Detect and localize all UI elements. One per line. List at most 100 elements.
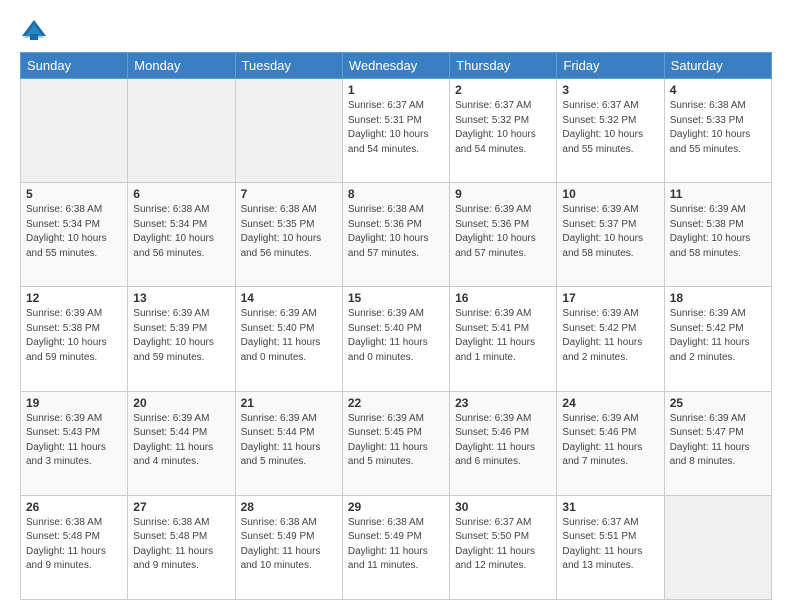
day-number: 5 — [26, 187, 122, 201]
day-info: Sunrise: 6:38 AM Sunset: 5:34 PM Dayligh… — [26, 203, 122, 261]
calendar-cell: 5 Sunrise: 6:38 AM Sunset: 5:34 PM Daylig… — [21, 183, 128, 287]
col-header-friday: Friday — [557, 53, 664, 79]
calendar-cell: 7 Sunrise: 6:38 AM Sunset: 5:35 PM Daylig… — [235, 183, 342, 287]
day-number: 9 — [455, 187, 551, 201]
day-info: Sunrise: 6:37 AM Sunset: 5:31 PM Dayligh… — [348, 99, 444, 157]
day-info: Sunrise: 6:38 AM Sunset: 5:35 PM Dayligh… — [241, 203, 337, 261]
day-info: Sunrise: 6:38 AM Sunset: 5:34 PM Dayligh… — [133, 203, 229, 261]
day-number: 1 — [348, 83, 444, 97]
day-info: Sunrise: 6:39 AM Sunset: 5:40 PM Dayligh… — [348, 307, 444, 365]
col-header-thursday: Thursday — [450, 53, 557, 79]
day-info: Sunrise: 6:38 AM Sunset: 5:48 PM Dayligh… — [133, 516, 229, 574]
header — [20, 16, 772, 44]
day-number: 11 — [670, 187, 766, 201]
col-header-wednesday: Wednesday — [342, 53, 449, 79]
calendar-cell — [128, 79, 235, 183]
day-number: 24 — [562, 396, 658, 410]
calendar-cell: 31 Sunrise: 6:37 AM Sunset: 5:51 PM Dayli… — [557, 495, 664, 599]
day-number: 22 — [348, 396, 444, 410]
day-number: 20 — [133, 396, 229, 410]
day-info: Sunrise: 6:39 AM Sunset: 5:38 PM Dayligh… — [670, 203, 766, 261]
day-number: 18 — [670, 291, 766, 305]
calendar-cell: 4Sunrise: 6:38 AM Sunset: 5:33 PM Daylig… — [664, 79, 771, 183]
col-header-saturday: Saturday — [664, 53, 771, 79]
calendar-cell: 6 Sunrise: 6:38 AM Sunset: 5:34 PM Daylig… — [128, 183, 235, 287]
calendar-cell: 25 Sunrise: 6:39 AM Sunset: 5:47 PM Dayli… — [664, 391, 771, 495]
day-info: Sunrise: 6:37 AM Sunset: 5:51 PM Dayligh… — [562, 516, 658, 574]
calendar-cell: 11 Sunrise: 6:39 AM Sunset: 5:38 PM Dayli… — [664, 183, 771, 287]
page: SundayMondayTuesdayWednesdayThursdayFrid… — [0, 0, 792, 612]
day-number: 27 — [133, 500, 229, 514]
calendar-cell: 20 Sunrise: 6:39 AM Sunset: 5:44 PM Dayli… — [128, 391, 235, 495]
calendar-cell: 16 Sunrise: 6:39 AM Sunset: 5:41 PM Dayli… — [450, 287, 557, 391]
calendar-week-row: 5 Sunrise: 6:38 AM Sunset: 5:34 PM Daylig… — [21, 183, 772, 287]
calendar-cell: 10 Sunrise: 6:39 AM Sunset: 5:37 PM Dayli… — [557, 183, 664, 287]
day-info: Sunrise: 6:38 AM Sunset: 5:48 PM Dayligh… — [26, 516, 122, 574]
calendar-cell: 14 Sunrise: 6:39 AM Sunset: 5:40 PM Dayli… — [235, 287, 342, 391]
day-number: 3 — [562, 83, 658, 97]
day-info: Sunrise: 6:39 AM Sunset: 5:44 PM Dayligh… — [133, 412, 229, 470]
calendar-cell — [664, 495, 771, 599]
day-number: 17 — [562, 291, 658, 305]
calendar-cell: 8Sunrise: 6:38 AM Sunset: 5:36 PM Daylig… — [342, 183, 449, 287]
day-number: 14 — [241, 291, 337, 305]
calendar-header-row: SundayMondayTuesdayWednesdayThursdayFrid… — [21, 53, 772, 79]
calendar-cell: 24Sunrise: 6:39 AM Sunset: 5:46 PM Dayli… — [557, 391, 664, 495]
calendar-cell: 3 Sunrise: 6:37 AM Sunset: 5:32 PM Daylig… — [557, 79, 664, 183]
day-number: 29 — [348, 500, 444, 514]
day-info: Sunrise: 6:38 AM Sunset: 5:49 PM Dayligh… — [241, 516, 337, 574]
calendar-cell: 2Sunrise: 6:37 AM Sunset: 5:32 PM Daylig… — [450, 79, 557, 183]
day-number: 16 — [455, 291, 551, 305]
day-info: Sunrise: 6:39 AM Sunset: 5:42 PM Dayligh… — [670, 307, 766, 365]
day-info: Sunrise: 6:38 AM Sunset: 5:49 PM Dayligh… — [348, 516, 444, 574]
day-number: 21 — [241, 396, 337, 410]
day-number: 13 — [133, 291, 229, 305]
day-number: 30 — [455, 500, 551, 514]
day-number: 7 — [241, 187, 337, 201]
calendar-cell: 23Sunrise: 6:39 AM Sunset: 5:46 PM Dayli… — [450, 391, 557, 495]
calendar-cell: 27 Sunrise: 6:38 AM Sunset: 5:48 PM Dayli… — [128, 495, 235, 599]
day-info: Sunrise: 6:38 AM Sunset: 5:36 PM Dayligh… — [348, 203, 444, 261]
calendar-cell: 13 Sunrise: 6:39 AM Sunset: 5:39 PM Dayli… — [128, 287, 235, 391]
day-info: Sunrise: 6:39 AM Sunset: 5:39 PM Dayligh… — [133, 307, 229, 365]
day-info: Sunrise: 6:38 AM Sunset: 5:33 PM Dayligh… — [670, 99, 766, 157]
day-number: 10 — [562, 187, 658, 201]
day-info: Sunrise: 6:39 AM Sunset: 5:37 PM Dayligh… — [562, 203, 658, 261]
logo-icon — [20, 16, 48, 44]
day-number: 15 — [348, 291, 444, 305]
day-info: Sunrise: 6:39 AM Sunset: 5:40 PM Dayligh… — [241, 307, 337, 365]
day-number: 6 — [133, 187, 229, 201]
day-info: Sunrise: 6:39 AM Sunset: 5:41 PM Dayligh… — [455, 307, 551, 365]
calendar-cell — [21, 79, 128, 183]
day-number: 25 — [670, 396, 766, 410]
day-info: Sunrise: 6:37 AM Sunset: 5:32 PM Dayligh… — [562, 99, 658, 157]
calendar-week-row: 26 Sunrise: 6:38 AM Sunset: 5:48 PM Dayli… — [21, 495, 772, 599]
calendar-week-row: 12Sunrise: 6:39 AM Sunset: 5:38 PM Dayli… — [21, 287, 772, 391]
calendar-cell: 17 Sunrise: 6:39 AM Sunset: 5:42 PM Dayli… — [557, 287, 664, 391]
day-info: Sunrise: 6:37 AM Sunset: 5:50 PM Dayligh… — [455, 516, 551, 574]
day-number: 31 — [562, 500, 658, 514]
col-header-tuesday: Tuesday — [235, 53, 342, 79]
calendar-week-row: 19 Sunrise: 6:39 AM Sunset: 5:43 PM Dayli… — [21, 391, 772, 495]
day-number: 26 — [26, 500, 122, 514]
calendar-cell: 19 Sunrise: 6:39 AM Sunset: 5:43 PM Dayli… — [21, 391, 128, 495]
calendar-table: SundayMondayTuesdayWednesdayThursdayFrid… — [20, 52, 772, 600]
calendar-cell: 22 Sunrise: 6:39 AM Sunset: 5:45 PM Dayli… — [342, 391, 449, 495]
calendar-cell: 12Sunrise: 6:39 AM Sunset: 5:38 PM Dayli… — [21, 287, 128, 391]
calendar-cell: 26 Sunrise: 6:38 AM Sunset: 5:48 PM Dayli… — [21, 495, 128, 599]
calendar-cell: 1 Sunrise: 6:37 AM Sunset: 5:31 PM Daylig… — [342, 79, 449, 183]
calendar-week-row: 1 Sunrise: 6:37 AM Sunset: 5:31 PM Daylig… — [21, 79, 772, 183]
day-info: Sunrise: 6:39 AM Sunset: 5:36 PM Dayligh… — [455, 203, 551, 261]
day-info: Sunrise: 6:39 AM Sunset: 5:44 PM Dayligh… — [241, 412, 337, 470]
day-info: Sunrise: 6:39 AM Sunset: 5:45 PM Dayligh… — [348, 412, 444, 470]
calendar-cell: 18 Sunrise: 6:39 AM Sunset: 5:42 PM Dayli… — [664, 287, 771, 391]
day-number: 28 — [241, 500, 337, 514]
day-info: Sunrise: 6:39 AM Sunset: 5:42 PM Dayligh… — [562, 307, 658, 365]
day-number: 19 — [26, 396, 122, 410]
calendar-cell: 30 Sunrise: 6:37 AM Sunset: 5:50 PM Dayli… — [450, 495, 557, 599]
day-info: Sunrise: 6:39 AM Sunset: 5:47 PM Dayligh… — [670, 412, 766, 470]
day-info: Sunrise: 6:39 AM Sunset: 5:38 PM Dayligh… — [26, 307, 122, 365]
day-info: Sunrise: 6:39 AM Sunset: 5:43 PM Dayligh… — [26, 412, 122, 470]
calendar-cell: 9 Sunrise: 6:39 AM Sunset: 5:36 PM Daylig… — [450, 183, 557, 287]
day-number: 2 — [455, 83, 551, 97]
